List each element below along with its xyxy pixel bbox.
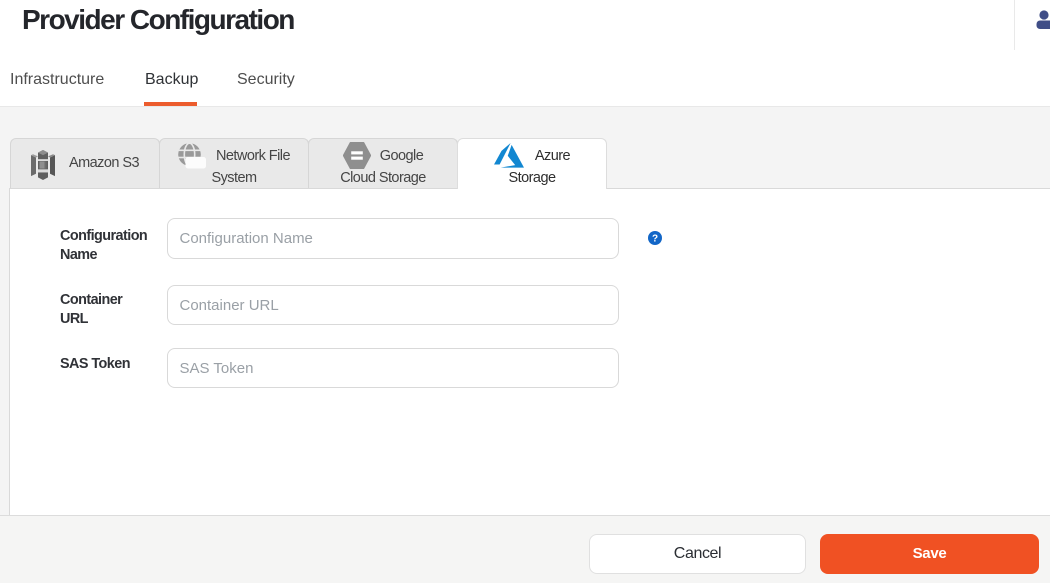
svg-text:?: ? bbox=[652, 234, 658, 245]
